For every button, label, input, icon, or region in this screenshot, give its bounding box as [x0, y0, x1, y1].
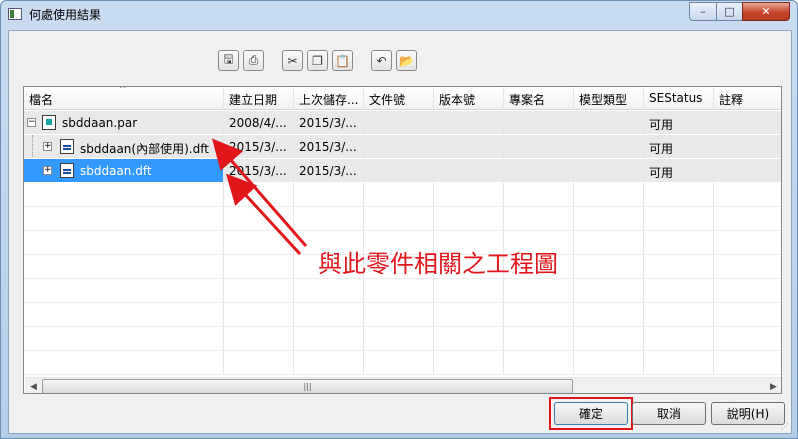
empty-row — [24, 303, 781, 327]
copy-button[interactable]: ❐ — [307, 50, 328, 71]
column-header-model-type[interactable]: 模型類型 — [574, 87, 644, 110]
column-header-project[interactable]: 專案名 — [504, 87, 574, 110]
cut-button[interactable]: ✂ — [282, 50, 303, 71]
draft-file-icon — [60, 163, 74, 178]
part-file-icon — [42, 115, 56, 130]
draft-file-icon — [60, 139, 74, 154]
undo-icon: ↶ — [376, 53, 387, 68]
cell-saved: 2015/3/... — [294, 135, 364, 159]
cancel-button[interactable]: 取消 — [632, 402, 706, 425]
minimize-icon: – — [700, 5, 706, 18]
cell-doc-no — [364, 111, 434, 135]
cell-status: 可用 — [644, 111, 714, 135]
cell-revision — [434, 159, 504, 183]
cell-created: 2008/4/... — [224, 111, 294, 135]
cell-comment — [714, 159, 781, 183]
cell-revision — [434, 111, 504, 135]
file-name: sbddaan.dft — [80, 164, 152, 178]
column-header-revision[interactable]: 版本號 — [434, 87, 504, 110]
cell-saved: 2015/3/... — [294, 111, 364, 135]
expand-icon[interactable]: + — [43, 166, 52, 175]
empty-row — [24, 183, 781, 207]
tree-node[interactable]: + sbddaan(內部使用).dft — [24, 135, 224, 159]
tree-node[interactable]: + sbddaan.dft — [24, 159, 224, 183]
save-icon: 🖫 — [223, 52, 234, 66]
app-icon — [8, 8, 22, 20]
tree-node[interactable]: − sbddaan.par — [24, 111, 224, 135]
empty-row — [24, 351, 781, 375]
window-title: 何處使用結果 — [29, 8, 102, 22]
cell-saved: 2015/3/... — [294, 159, 364, 183]
empty-row — [24, 327, 781, 351]
scrollbar-thumb[interactable]: ||| — [42, 379, 573, 393]
dialog-client: 🖫 ⎙ ✂ ❐ 📋 ↶ 📂 檔名 ^ 建立日期 上次儲存... 文件號 版本號 專… — [8, 30, 792, 434]
resize-grip-icon[interactable]: ⋰ — [781, 422, 789, 431]
horizontal-scrollbar[interactable]: ◀ ||| ▶ — [25, 377, 781, 393]
cell-doc-no — [364, 135, 434, 159]
table-row[interactable]: + sbddaan(內部使用).dft 2015/3/... 2015/3/..… — [24, 135, 781, 159]
minimize-button[interactable]: – — [689, 2, 717, 21]
undo-button[interactable]: ↶ — [371, 50, 392, 71]
cell-model-type — [574, 159, 644, 183]
maximize-icon: □ — [724, 5, 735, 18]
cell-status: 可用 — [644, 159, 714, 183]
column-header-status[interactable]: SEStatus — [644, 87, 714, 110]
scroll-right-icon[interactable]: ▶ — [765, 378, 781, 393]
cell-doc-no — [364, 159, 434, 183]
collapse-icon[interactable]: − — [27, 118, 36, 127]
cell-status: 可用 — [644, 135, 714, 159]
cut-icon: ✂ — [287, 53, 298, 68]
cell-created: 2015/3/... — [224, 159, 294, 183]
column-header-doc-no[interactable]: 文件號 — [364, 87, 434, 110]
cell-model-type — [574, 135, 644, 159]
scroll-left-icon[interactable]: ◀ — [25, 378, 42, 393]
save-button[interactable]: 🖫 — [218, 50, 239, 71]
cell-project — [504, 135, 574, 159]
paste-button[interactable]: 📋 — [332, 50, 353, 71]
file-name: sbddaan.par — [62, 116, 138, 130]
table-row-selected[interactable]: + sbddaan.dft 2015/3/... 2015/3/... 可用 — [24, 159, 781, 183]
close-icon: ✕ — [761, 5, 771, 18]
cell-comment — [714, 111, 781, 135]
results-grid[interactable]: 檔名 ^ 建立日期 上次儲存... 文件號 版本號 專案名 模型類型 SEStat… — [23, 86, 782, 394]
help-button[interactable]: 說明(H) — [711, 402, 785, 425]
print-button[interactable]: ⎙ — [243, 50, 264, 71]
cell-model-type — [574, 111, 644, 135]
column-header-filename[interactable]: 檔名 ^ — [24, 87, 224, 110]
column-header-saved[interactable]: 上次儲存... — [294, 87, 364, 110]
empty-row — [24, 207, 781, 231]
open-folder-icon: 📂 — [399, 53, 414, 68]
expand-icon[interactable]: + — [43, 142, 52, 151]
cell-created: 2015/3/... — [224, 135, 294, 159]
file-name: sbddaan(內部使用).dft — [80, 142, 209, 156]
cell-project — [504, 111, 574, 135]
maximize-button[interactable]: □ — [716, 2, 743, 21]
ok-button[interactable]: 確定 — [554, 402, 628, 425]
toolbar: 🖫 ⎙ ✂ ❐ 📋 ↶ 📂 — [218, 50, 417, 72]
open-folder-button[interactable]: 📂 — [396, 50, 417, 71]
sort-ascending-icon: ^ — [119, 87, 127, 95]
empty-row — [24, 279, 781, 303]
paste-icon: 📋 — [335, 53, 350, 68]
close-button[interactable]: ✕ — [742, 2, 790, 21]
column-header-comment[interactable]: 註釋 — [714, 87, 781, 110]
column-header-created[interactable]: 建立日期 — [224, 87, 294, 110]
dialog-window: 何處使用結果 – □ ✕ 🖫 ⎙ ✂ ❐ 📋 ↶ 📂 檔名 ^ 建立日期 上次儲存… — [0, 0, 798, 439]
title-bar[interactable]: 何處使用結果 – □ ✕ — [1, 1, 797, 29]
cell-comment — [714, 135, 781, 159]
cell-project — [504, 159, 574, 183]
table-row[interactable]: − sbddaan.par 2008/4/... 2015/3/... 可用 — [24, 111, 781, 135]
annotation-label: 與此零件相關之工程圖 — [318, 250, 558, 278]
cell-revision — [434, 135, 504, 159]
copy-icon: ❐ — [312, 53, 323, 68]
grid-header: 檔名 ^ 建立日期 上次儲存... 文件號 版本號 專案名 模型類型 SEStat… — [24, 87, 781, 110]
print-icon: ⎙ — [248, 53, 259, 67]
